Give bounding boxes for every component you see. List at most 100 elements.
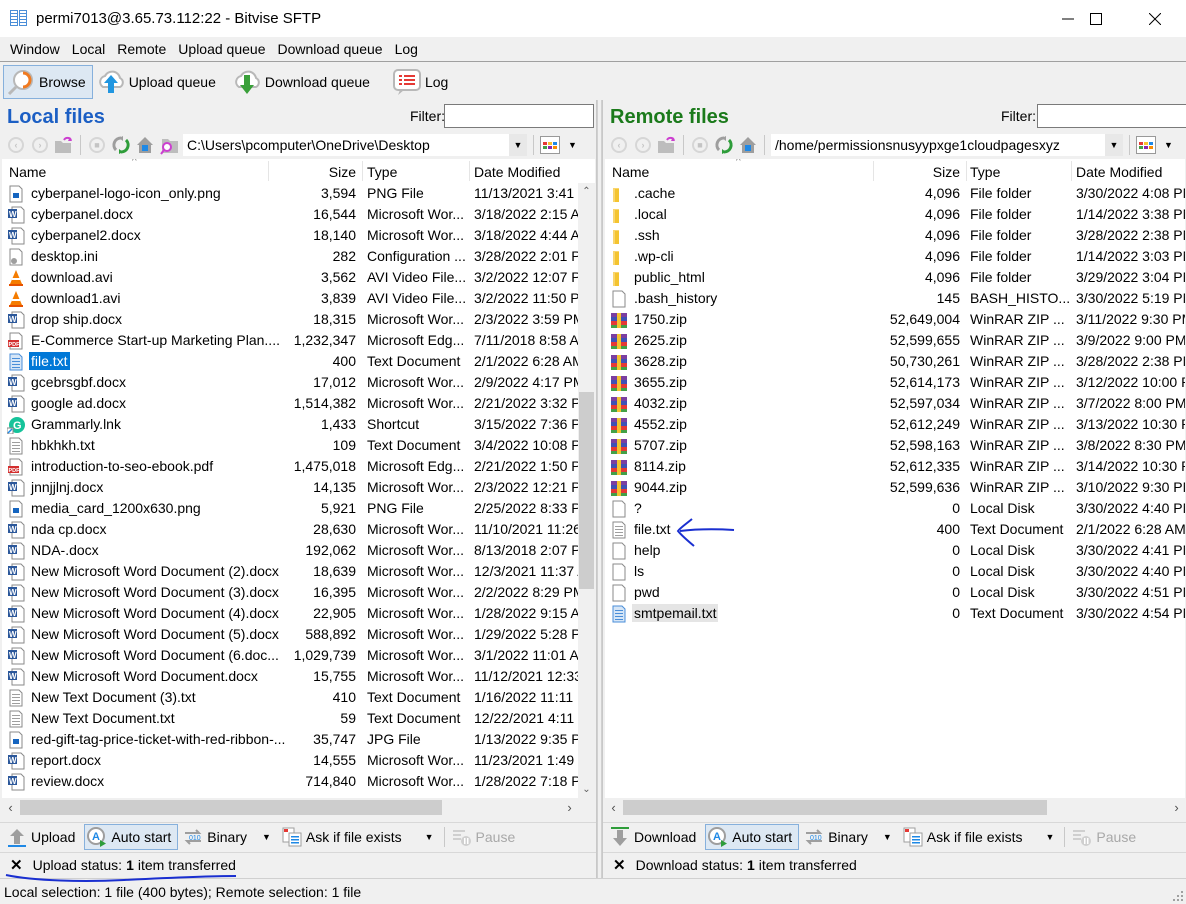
remote-forward-button[interactable]: › bbox=[633, 135, 653, 155]
remote-file-row[interactable]: smtpemail.txt 0 Text Document 3/30/2022 4:5… bbox=[605, 603, 1185, 624]
local-file-row[interactable]: W New Microsoft Word Document.docx 15,755 M… bbox=[2, 666, 595, 687]
remote-file-row[interactable]: 4032.zip 52,597,034 WinRAR ZIP ... 3/7/2022… bbox=[605, 393, 1185, 414]
local-file-row[interactable]: W New Microsoft Word Document (2).docx 18,… bbox=[2, 561, 595, 582]
view-dropdown-arrow-icon[interactable]: ▼ bbox=[568, 140, 577, 150]
remote-file-row[interactable]: 4552.zip 52,612,249 WinRAR ZIP ... 3/13/202… bbox=[605, 414, 1185, 435]
local-filter-input[interactable] bbox=[444, 104, 594, 128]
scroll-right-icon[interactable]: › bbox=[561, 799, 578, 816]
remote-home-button[interactable] bbox=[738, 135, 758, 155]
remote-file-row[interactable]: .ssh 4,096 File folder 3/28/2022 2:38 PM bbox=[605, 225, 1185, 246]
local-file-row[interactable]: desktop.ini 282 Configuration ... 3/28/2022… bbox=[2, 246, 595, 267]
local-browse-folder-button[interactable] bbox=[159, 135, 179, 155]
local-file-row[interactable]: cyberpanel-logo-icon_only.png 3,594 PNG Fi… bbox=[2, 183, 595, 204]
upload-transfer-mode-button[interactable]: 010 Binary bbox=[180, 824, 254, 850]
remote-col-size[interactable]: Size bbox=[845, 164, 960, 180]
local-file-row[interactable]: Wcyberpanel2.docx 18,140 Microsoft Wor... 3… bbox=[2, 225, 595, 246]
exists-policy-dropdown-icon[interactable]: ▼ bbox=[411, 832, 440, 842]
local-view-mode-button[interactable] bbox=[540, 136, 560, 154]
upload-queue-button[interactable]: Upload queue bbox=[93, 65, 223, 99]
upload-auto-start-button[interactable]: A Auto start bbox=[84, 823, 179, 850]
download-exists-policy-button[interactable]: Ask if file exists bbox=[900, 824, 1030, 850]
remote-parent-folder-button[interactable] bbox=[657, 135, 677, 155]
local-refresh-button[interactable] bbox=[111, 135, 131, 155]
remote-file-row[interactable]: pwd 0 Local Disk 3/30/2022 4:51 PM bbox=[605, 582, 1185, 603]
local-file-row[interactable]: download.avi 3,562 AVI Video File... 3/2/20… bbox=[2, 267, 595, 288]
remote-refresh-button[interactable] bbox=[714, 135, 734, 155]
download-pause-button[interactable]: Pause bbox=[1069, 824, 1143, 850]
local-file-row[interactable]: Wnda cp.docx 28,630 Microsoft Wor... 11/10/… bbox=[2, 519, 595, 540]
download-transfer-mode-button[interactable]: 010 Binary bbox=[801, 824, 875, 850]
upload-exists-policy-button[interactable]: Ask if file exists bbox=[279, 824, 409, 850]
clear-status-icon[interactable]: ✕ bbox=[10, 856, 23, 874]
scroll-left-icon[interactable]: ‹ bbox=[605, 799, 622, 816]
local-horizontal-scroll-thumb[interactable] bbox=[20, 800, 442, 815]
download-queue-button[interactable]: Download queue bbox=[229, 65, 377, 99]
local-col-date[interactable]: Date Modified bbox=[474, 164, 560, 180]
local-path-combobox[interactable]: C:\Users\pcomputer\OneDrive\Desktop ▼ bbox=[183, 134, 527, 156]
local-file-row[interactable]: download1.avi 3,839 AVI Video File... 3/2/2… bbox=[2, 288, 595, 309]
local-file-row[interactable]: New Text Document (3).txt 410 Text Documen… bbox=[2, 687, 595, 708]
local-parent-folder-button[interactable] bbox=[54, 135, 74, 155]
local-vertical-scrollbar[interactable]: ⌃ ⌄ bbox=[578, 183, 595, 798]
local-horizontal-scrollbar[interactable]: ‹ › bbox=[2, 799, 595, 816]
remote-file-row[interactable]: ls 0 Local Disk 3/30/2022 4:40 PM bbox=[605, 561, 1185, 582]
menu-log[interactable]: Log bbox=[389, 41, 424, 57]
local-file-row[interactable]: New Text Document.txt 59 Text Document 12/2… bbox=[2, 708, 595, 729]
remote-file-row[interactable]: help 0 Local Disk 3/30/2022 4:41 PM bbox=[605, 540, 1185, 561]
local-file-row[interactable]: hbkhkh.txt 109 Text Document 3/4/2022 10:08… bbox=[2, 435, 595, 456]
local-vertical-scroll-thumb[interactable] bbox=[579, 391, 594, 590]
local-forward-button[interactable]: › bbox=[30, 135, 50, 155]
scroll-up-icon[interactable]: ⌃ bbox=[578, 183, 595, 200]
download-auto-start-button[interactable]: A Auto start bbox=[705, 823, 800, 850]
remote-file-row[interactable]: file.txt 400 Text Document 2/1/2022 6:28 AM bbox=[605, 519, 1185, 540]
menu-window[interactable]: Window bbox=[4, 41, 66, 57]
remote-file-row[interactable]: 2625.zip 52,599,655 WinRAR ZIP ... 3/9/2022… bbox=[605, 330, 1185, 351]
remote-filter-input[interactable] bbox=[1037, 104, 1186, 128]
view-dropdown-arrow-icon[interactable]: ▼ bbox=[1164, 140, 1173, 150]
local-back-button[interactable]: ‹ bbox=[6, 135, 26, 155]
local-file-row[interactable]: PDF introduction-to-seo-ebook.pdf 1,475,01… bbox=[2, 456, 595, 477]
dropdown-arrow-icon[interactable]: ▼ bbox=[1105, 134, 1123, 156]
transfer-mode-dropdown-icon[interactable]: ▼ bbox=[877, 832, 898, 842]
local-col-type[interactable]: Type bbox=[367, 164, 397, 180]
local-file-row[interactable]: Wdrop ship.docx 18,315 Microsoft Wor... 2/3… bbox=[2, 309, 595, 330]
remote-col-type[interactable]: Type bbox=[970, 164, 1000, 180]
local-file-row[interactable]: G Grammarly.lnk 1,433 Shortcut 3/15/2022 7:3… bbox=[2, 414, 595, 435]
dropdown-arrow-icon[interactable]: ▼ bbox=[509, 134, 527, 156]
local-file-row[interactable]: W New Microsoft Word Document (5).docx 588… bbox=[2, 624, 595, 645]
local-file-row[interactable]: Wgoogle ad.docx 1,514,382 Microsoft Wor...… bbox=[2, 393, 595, 414]
remote-stop-button[interactable]: ■ bbox=[690, 135, 710, 155]
remote-file-row[interactable]: 8114.zip 52,612,335 WinRAR ZIP ... 3/14/202… bbox=[605, 456, 1185, 477]
local-file-list[interactable]: ^ Name Size Type Date Modified cyberpane… bbox=[2, 159, 595, 798]
remote-col-name[interactable]: Name bbox=[612, 164, 649, 180]
remote-col-date[interactable]: Date Modified bbox=[1076, 164, 1162, 180]
local-file-row[interactable]: media_card_1200x630.png 5,921 PNG File 2/25… bbox=[2, 498, 595, 519]
local-col-size[interactable]: Size bbox=[242, 164, 356, 180]
remote-file-list[interactable]: ^ Name Size Type Date Modified .cache 4,0… bbox=[605, 159, 1185, 798]
log-button[interactable]: Log bbox=[389, 65, 455, 99]
local-col-name[interactable]: Name bbox=[9, 164, 46, 180]
remote-file-row[interactable]: .wp-cli 4,096 File folder 1/14/2022 3:03 PM bbox=[605, 246, 1185, 267]
clear-status-icon[interactable]: ✕ bbox=[613, 856, 626, 874]
local-home-button[interactable] bbox=[135, 135, 155, 155]
browse-button[interactable]: Browse bbox=[3, 64, 93, 99]
remote-file-row[interactable]: 1750.zip 52,649,004 WinRAR ZIP ... 3/11/202… bbox=[605, 309, 1185, 330]
local-file-row[interactable]: W New Microsoft Word Document (3).docx 16,… bbox=[2, 582, 595, 603]
local-file-row[interactable]: W NDA-.docx 192,062 Microsoft Wor... 8/13/20… bbox=[2, 540, 595, 561]
upload-button[interactable]: Upload bbox=[4, 824, 82, 850]
remote-file-row[interactable]: .local 4,096 File folder 1/14/2022 3:38 PM bbox=[605, 204, 1185, 225]
scroll-left-icon[interactable]: ‹ bbox=[2, 799, 19, 816]
download-button[interactable]: Download bbox=[607, 824, 703, 850]
remote-file-row[interactable]: 5707.zip 52,598,163 WinRAR ZIP ... 3/8/2022… bbox=[605, 435, 1185, 456]
remote-file-row[interactable]: .bash_history 145 BASH_HISTO... 3/30/2022 5… bbox=[605, 288, 1185, 309]
local-file-row[interactable]: W New Microsoft Word Document (4).docx 22,… bbox=[2, 603, 595, 624]
remote-file-row[interactable]: ? 0 Local Disk 3/30/2022 4:40 PM bbox=[605, 498, 1185, 519]
remote-file-row[interactable]: 9044.zip 52,599,636 WinRAR ZIP ... 3/10/202… bbox=[605, 477, 1185, 498]
exists-policy-dropdown-icon[interactable]: ▼ bbox=[1032, 832, 1061, 842]
transfer-mode-dropdown-icon[interactable]: ▼ bbox=[256, 832, 277, 842]
local-file-row[interactable]: red-gift-tag-price-ticket-with-red-ribbo… bbox=[2, 729, 595, 750]
close-button[interactable] bbox=[1126, 0, 1184, 37]
resize-grip-icon[interactable] bbox=[1172, 890, 1184, 902]
remote-file-row[interactable]: .cache 4,096 File folder 3/30/2022 4:08 PM bbox=[605, 183, 1185, 204]
menu-download-queue[interactable]: Download queue bbox=[271, 41, 388, 57]
